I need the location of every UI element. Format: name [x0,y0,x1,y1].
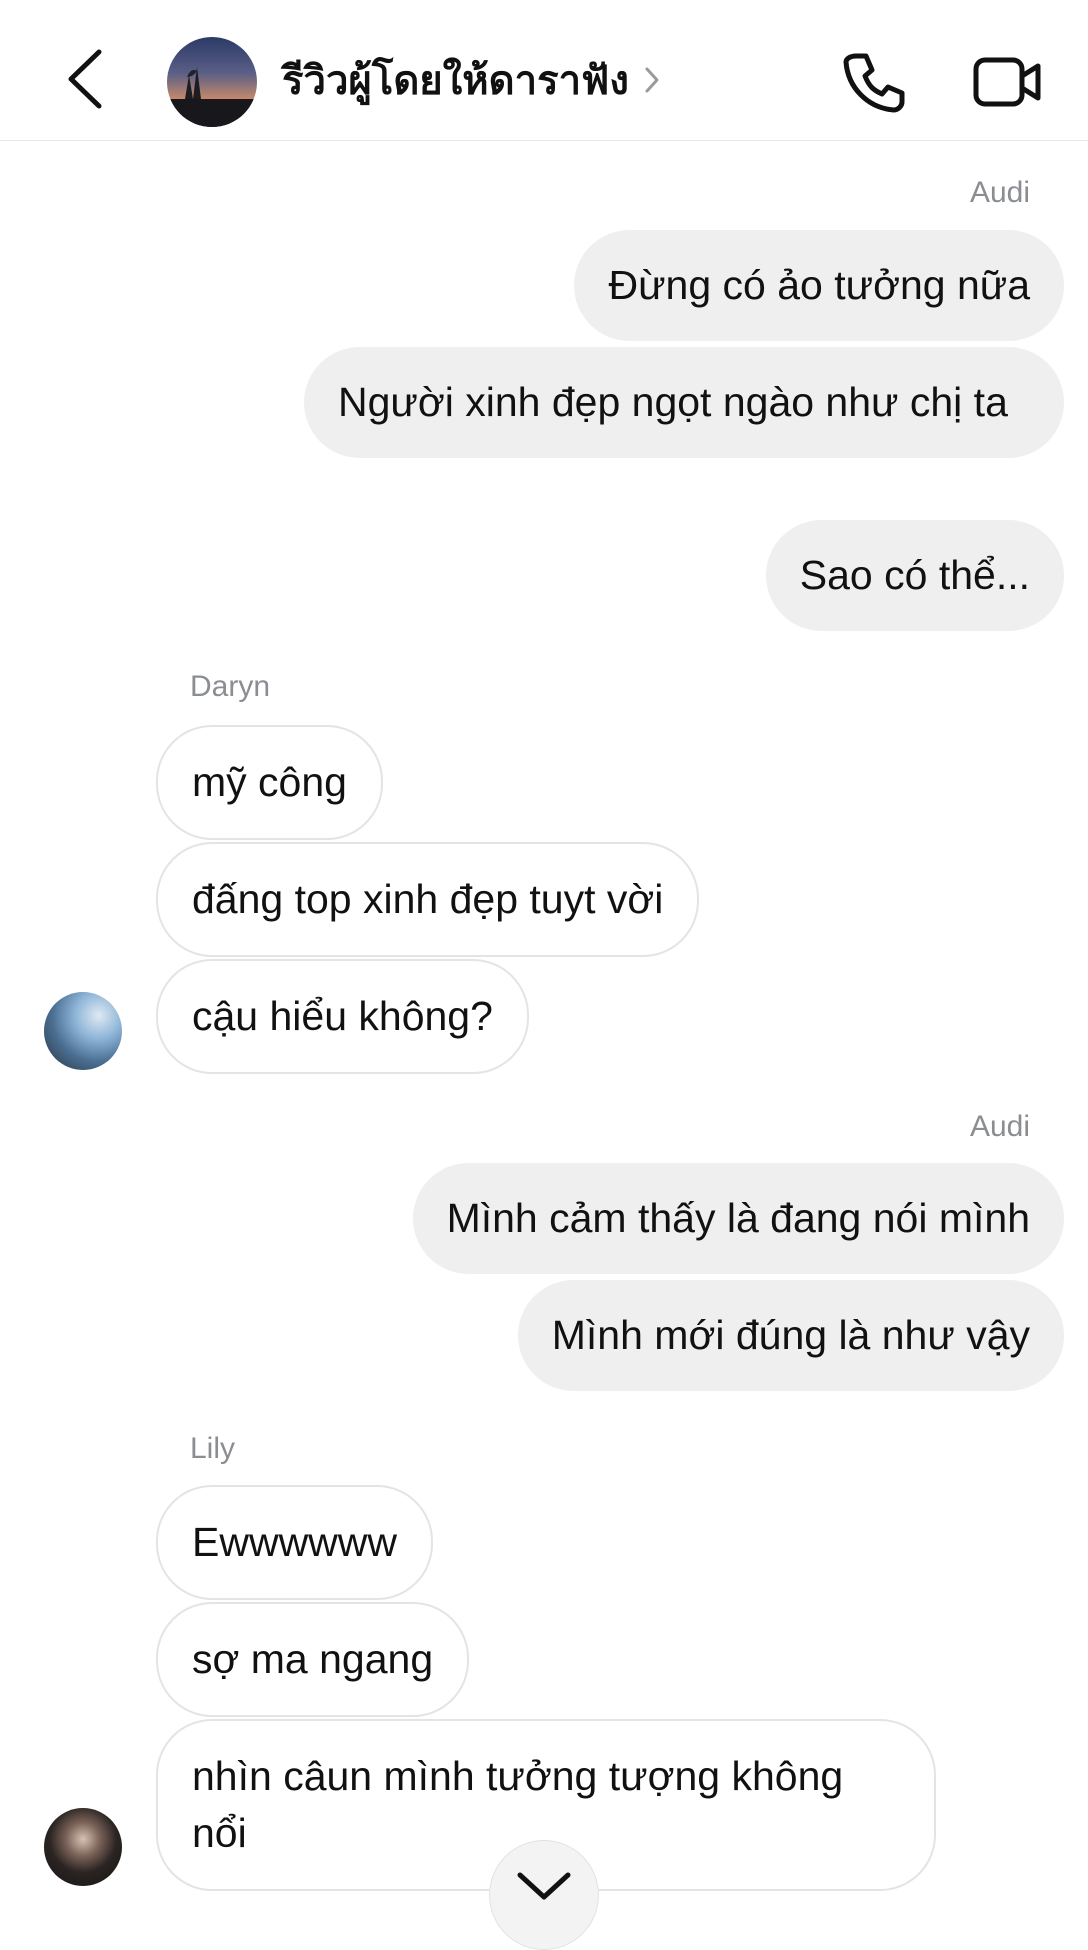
sender-name-audi: Audi [969,1110,1030,1143]
audio-call-button[interactable] [840,48,908,116]
message-text: nhìn câun mình tưởng tượng không nổi [192,1753,844,1856]
message-bubble-incoming[interactable]: sợ ma ngang [156,1602,470,1717]
message-bubble-outgoing[interactable]: Mình cảm thấy là đang nói mình [412,1163,1064,1274]
message-text: Người xinh đẹp ngọt ngào như chị ta [338,379,1008,425]
message-bubble-outgoing[interactable]: Sao có thể... [765,520,1064,631]
message-bubble-incoming[interactable]: mỹ công [156,725,383,840]
chevron-left-icon [68,49,102,109]
message-bubble-incoming[interactable]: đấng top xinh đẹp tuyt vời [156,842,700,957]
chevron-right-icon [643,65,661,95]
group-title-text: รีวิวผู้โดยให้ดาราฟัง [282,59,629,103]
message-text: mỹ công [192,759,347,805]
message-bubble-outgoing[interactable]: Mình mới đúng là như vậy [517,1280,1064,1391]
message-text: Mình cảm thấy là đang nói mình [446,1195,1030,1241]
message-bubble-outgoing[interactable]: Đừng có ảo tưởng nữa [574,230,1064,341]
message-text: Ewwwwww [192,1519,397,1565]
group-avatar-image [167,67,257,127]
sender-name-daryn: Daryn [190,670,271,703]
avatar-daryn[interactable] [44,992,122,1070]
scroll-to-bottom-button[interactable] [489,1840,599,1950]
group-title[interactable]: รีวิวผู้โดยให้ดาราฟัง [282,52,661,108]
message-text: Sao có thể... [799,552,1030,598]
back-button[interactable] [60,48,110,110]
video-call-button[interactable] [972,52,1044,112]
phone-icon [843,53,905,113]
sender-name-audi: Audi [969,176,1030,209]
video-camera-icon [973,57,1041,107]
avatar-lily[interactable] [44,1808,122,1886]
group-avatar[interactable] [167,37,257,127]
message-bubble-incoming[interactable]: Ewwwwww [156,1485,433,1600]
message-text: cậu hiểu không? [192,993,493,1039]
sender-name-lily: Lily [190,1432,236,1465]
message-bubble-incoming[interactable]: cậu hiểu không? [156,959,529,1074]
message-bubble-outgoing[interactable]: Người xinh đẹp ngọt ngào như chị ta [304,347,1064,458]
message-text: đấng top xinh đẹp tuyt vời [192,876,664,922]
chevron-down-icon [517,1872,571,1900]
chat-header: รีวิวผู้โดยให้ดาราฟัง [0,0,1088,141]
message-text: sợ ma ngang [192,1636,434,1682]
message-text: Đừng có ảo tưởng nữa [608,262,1030,308]
message-text: Mình mới đúng là như vậy [551,1312,1030,1358]
